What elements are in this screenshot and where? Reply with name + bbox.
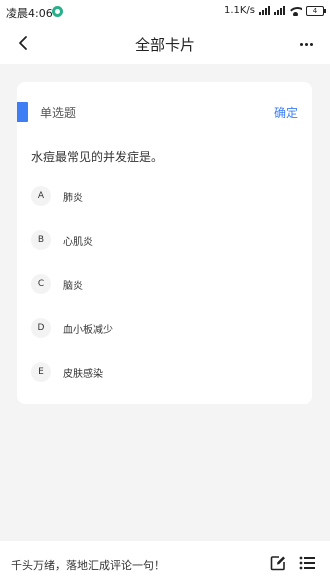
question-text: 水痘最常见的并发症是。 <box>31 150 164 164</box>
options-list: A 肺炎 B 心肌炎 C 脑炎 D 血小板减少 E 皮肤感染 <box>31 185 299 405</box>
option-text: 皮肤感染 <box>63 368 103 380</box>
question-type-label: 单选题 <box>40 106 77 120</box>
option-text: 心肌炎 <box>63 236 93 248</box>
option-a[interactable]: A 肺炎 <box>31 185 299 207</box>
signal-hd-icon <box>274 6 285 15</box>
nav-bar: 全部卡片 <box>0 24 330 64</box>
more-options-icon[interactable] <box>296 36 316 52</box>
edit-icon[interactable] <box>270 555 286 571</box>
option-letter: D <box>31 318 51 338</box>
option-letter: A <box>31 186 51 206</box>
notification-icon <box>52 6 63 17</box>
comment-input[interactable]: 千头万绪，落地汇成评论一句！ <box>11 557 165 573</box>
battery-icon: 4 <box>306 5 326 16</box>
page-title: 全部卡片 <box>134 36 195 54</box>
wifi-icon <box>289 6 302 16</box>
signal-icon <box>259 6 270 15</box>
option-b[interactable]: B 心肌炎 <box>31 229 299 251</box>
confirm-button[interactable]: 确定 <box>274 104 298 121</box>
network-speed: 1.1K/s <box>223 5 255 16</box>
option-text: 脑炎 <box>63 280 83 292</box>
list-icon[interactable] <box>299 555 315 571</box>
question-type-marker <box>17 102 28 122</box>
option-letter: E <box>31 362 51 382</box>
option-letter: C <box>31 274 51 294</box>
option-d[interactable]: D 血小板减少 <box>31 317 299 339</box>
option-e[interactable]: E 皮肤感染 <box>31 361 299 383</box>
status-time: 凌晨4:06 <box>6 7 53 20</box>
question-card: 单选题 确定 水痘最常见的并发症是。 A 肺炎 B 心肌炎 C 脑炎 D 血小板… <box>17 82 312 404</box>
status-bar: 凌晨4:06 1.1K/s 4 <box>0 0 330 24</box>
status-indicators: 1.1K/s 4 <box>223 5 326 16</box>
bottom-bar: 千头万绪，落地汇成评论一句！ <box>0 541 330 587</box>
option-c[interactable]: C 脑炎 <box>31 273 299 295</box>
option-text: 肺炎 <box>63 192 83 204</box>
option-letter: B <box>31 230 51 250</box>
option-text: 血小板减少 <box>63 324 113 336</box>
